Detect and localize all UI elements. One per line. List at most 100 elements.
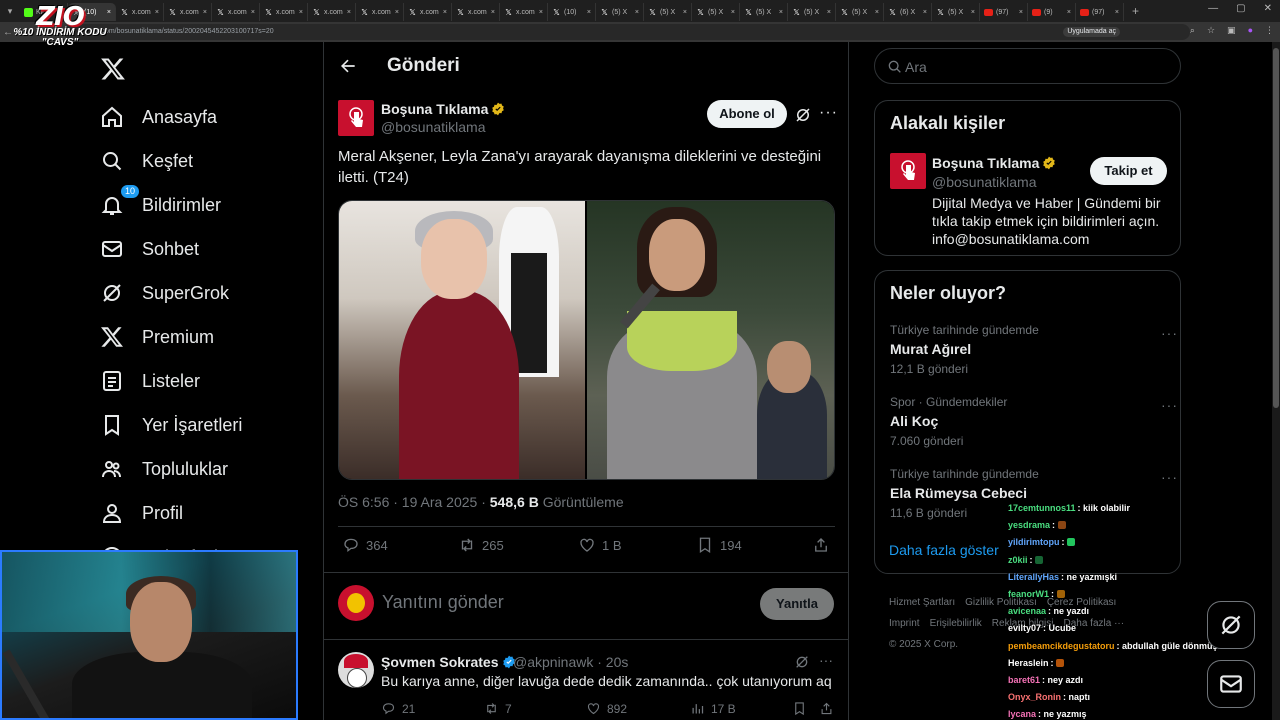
bookmark-star-icon[interactable]: ☆	[1207, 25, 1215, 36]
subscribe-button[interactable]: Abone ol	[707, 100, 787, 128]
back-arrow-icon[interactable]	[338, 56, 358, 76]
author-avatar[interactable]	[338, 100, 374, 136]
footer-link[interactable]: Erişilebilirlik	[930, 618, 982, 629]
chat-username[interactable]: baret61	[1008, 675, 1040, 685]
browser-tab[interactable]: 𝕏x.com ×	[452, 3, 500, 21]
browser-tab[interactable]: 𝕏x.com ×	[116, 3, 164, 21]
more-options-icon[interactable]: ···	[819, 104, 838, 122]
tab-close-icon[interactable]: ×	[443, 9, 447, 16]
author-name[interactable]: Boşuna Tıklama	[381, 101, 488, 117]
related-handle[interactable]: @bosunatiklama	[932, 174, 1037, 190]
open-in-app-chip[interactable]: Uygulamada aç	[1063, 27, 1120, 37]
browser-tab[interactable]: (9) ×	[1028, 3, 1076, 21]
tab-close-icon[interactable]: ×	[923, 9, 927, 16]
browser-tab[interactable]: 𝕏 (5) X ×	[596, 3, 644, 21]
more-options-icon[interactable]: ···	[819, 652, 833, 668]
chat-username[interactable]: yildirimtopu	[1008, 537, 1060, 547]
tab-close-icon[interactable]: ×	[539, 9, 543, 16]
follow-button[interactable]: Takip et	[1090, 157, 1167, 185]
nav-item-profil[interactable]: Profil	[100, 498, 183, 528]
browser-tab[interactable]: 𝕏 (5) X ×	[692, 3, 740, 21]
tab-close-icon[interactable]: ×	[155, 9, 159, 16]
tab-close-icon[interactable]: ×	[635, 9, 639, 16]
nav-item-premium[interactable]: Premium	[100, 322, 214, 352]
messages-fab[interactable]	[1207, 660, 1255, 708]
nav-item-supergrok[interactable]: SuperGrok	[100, 278, 229, 308]
nav-item-keşfet[interactable]: Keşfet	[100, 146, 193, 176]
reply-views-action[interactable]: 17 B	[690, 701, 736, 716]
maximize-icon[interactable]: ▢	[1236, 3, 1245, 14]
footer-link[interactable]: © 2025 X Corp.	[889, 639, 958, 650]
extensions-icon[interactable]: ▣	[1227, 25, 1236, 36]
minimize-icon[interactable]: —	[1208, 3, 1218, 14]
reply-input[interactable]: Yanıtını gönder	[382, 592, 504, 613]
trend-item[interactable]: Türkiye tarihinde gündemde Murat Ağırel 12…	[890, 323, 1177, 376]
reply-author-avatar[interactable]	[338, 652, 374, 688]
repost-action[interactable]: 265	[458, 536, 504, 554]
grok-fab[interactable]	[1207, 601, 1255, 649]
chat-username[interactable]: pembeamcikdegustatoru	[1008, 641, 1115, 651]
nav-item-sohbet[interactable]: Sohbet	[100, 234, 199, 264]
browser-tab[interactable]: (97) ×	[1076, 3, 1124, 21]
scrollbar-thumb[interactable]	[1273, 48, 1279, 408]
browser-tab[interactable]: 𝕏x.com ×	[164, 3, 212, 21]
tab-close-icon[interactable]: ×	[347, 9, 351, 16]
browser-tab[interactable]: (97) ×	[980, 3, 1028, 21]
browser-tab[interactable]: 𝕏 (5) X ×	[740, 3, 788, 21]
trend-more-icon[interactable]: ···	[1161, 397, 1178, 413]
browser-tab[interactable]: 𝕏x.com ×	[500, 3, 548, 21]
tab-close-icon[interactable]: ×	[587, 9, 591, 16]
tab-close-icon[interactable]: ×	[203, 9, 207, 16]
zoom-icon[interactable]: ⌕	[1190, 25, 1195, 36]
search-field[interactable]: Ara	[874, 48, 1181, 84]
browser-tab[interactable]: 𝕏 (5) X ×	[836, 3, 884, 21]
nav-item-anasayfa[interactable]: Anasayfa	[100, 102, 217, 132]
reply-tweet[interactable]: Şovmen Sokrates @akpninawk · 20s ··· Bu …	[324, 640, 848, 720]
tab-close-icon[interactable]: ×	[875, 9, 879, 16]
nav-item-topluluklar[interactable]: Topluluklar	[100, 454, 228, 484]
grok-icon[interactable]	[794, 106, 812, 124]
tab-close-icon[interactable]: ×	[1019, 9, 1023, 16]
bookmark-icon[interactable]	[792, 701, 807, 716]
chat-username[interactable]: yesdrama	[1008, 520, 1050, 530]
nav-item-listeler[interactable]: Listeler	[100, 366, 200, 396]
reply-author-handle[interactable]: @akpninawk · 20s	[513, 654, 628, 670]
chat-username[interactable]: lycana	[1008, 709, 1036, 719]
browser-tab[interactable]: 𝕏 (6) X ×	[884, 3, 932, 21]
reply-action[interactable]: 364	[342, 536, 388, 554]
trend-more-icon[interactable]: ···	[1161, 469, 1178, 485]
close-icon[interactable]: ✕	[1264, 3, 1272, 14]
browser-tab[interactable]: 𝕏x.com ×	[308, 3, 356, 21]
browser-tab[interactable]: 𝕏x.com ×	[212, 3, 260, 21]
tab-close-icon[interactable]: ×	[1067, 9, 1071, 16]
tab-close-icon[interactable]: ×	[731, 9, 735, 16]
tab-close-icon[interactable]: ×	[251, 9, 255, 16]
browser-tab[interactable]: 𝕏x.com ×	[404, 3, 452, 21]
user-avatar[interactable]	[338, 585, 374, 621]
reply-author-row[interactable]: Şovmen Sokrates	[381, 654, 516, 670]
url-field[interactable]: x.com/bosunatiklama/status/2002045452203…	[64, 24, 1190, 40]
grok-icon[interactable]	[794, 654, 810, 670]
chat-username[interactable]: feanorW1	[1008, 589, 1049, 599]
tab-close-icon[interactable]: ×	[299, 9, 303, 16]
tab-close-icon[interactable]: ×	[683, 9, 687, 16]
like-action[interactable]: 1 B	[578, 536, 622, 554]
profile-icon[interactable]: ●	[1248, 25, 1253, 36]
chat-username[interactable]: avicenaa	[1008, 606, 1046, 616]
tab-close-icon[interactable]: ×	[1115, 9, 1119, 16]
tab-close-icon[interactable]: ×	[779, 9, 783, 16]
photo-left[interactable]	[339, 201, 585, 479]
chat-username[interactable]: 17cemtunnos11	[1008, 503, 1076, 513]
show-more-link[interactable]: Daha fazla göster	[889, 542, 999, 558]
footer-link[interactable]: Hizmet Şartları	[889, 597, 955, 608]
browser-tab[interactable]: 𝕏 (5) X ×	[644, 3, 692, 21]
nav-item-yer-i-şaretleri[interactable]: Yer İşaretleri	[100, 410, 242, 440]
photo-right[interactable]	[587, 201, 834, 479]
browser-tab[interactable]: 𝕏x.com ×	[356, 3, 404, 21]
share-icon[interactable]	[819, 701, 834, 716]
chat-username[interactable]: LiterallyHas	[1008, 572, 1059, 582]
x-logo-icon[interactable]	[100, 56, 126, 82]
chat-username[interactable]: z0kii	[1008, 555, 1028, 565]
related-avatar[interactable]	[890, 153, 926, 189]
nav-item-bildirimler[interactable]: Bildirimler 10	[100, 184, 221, 220]
